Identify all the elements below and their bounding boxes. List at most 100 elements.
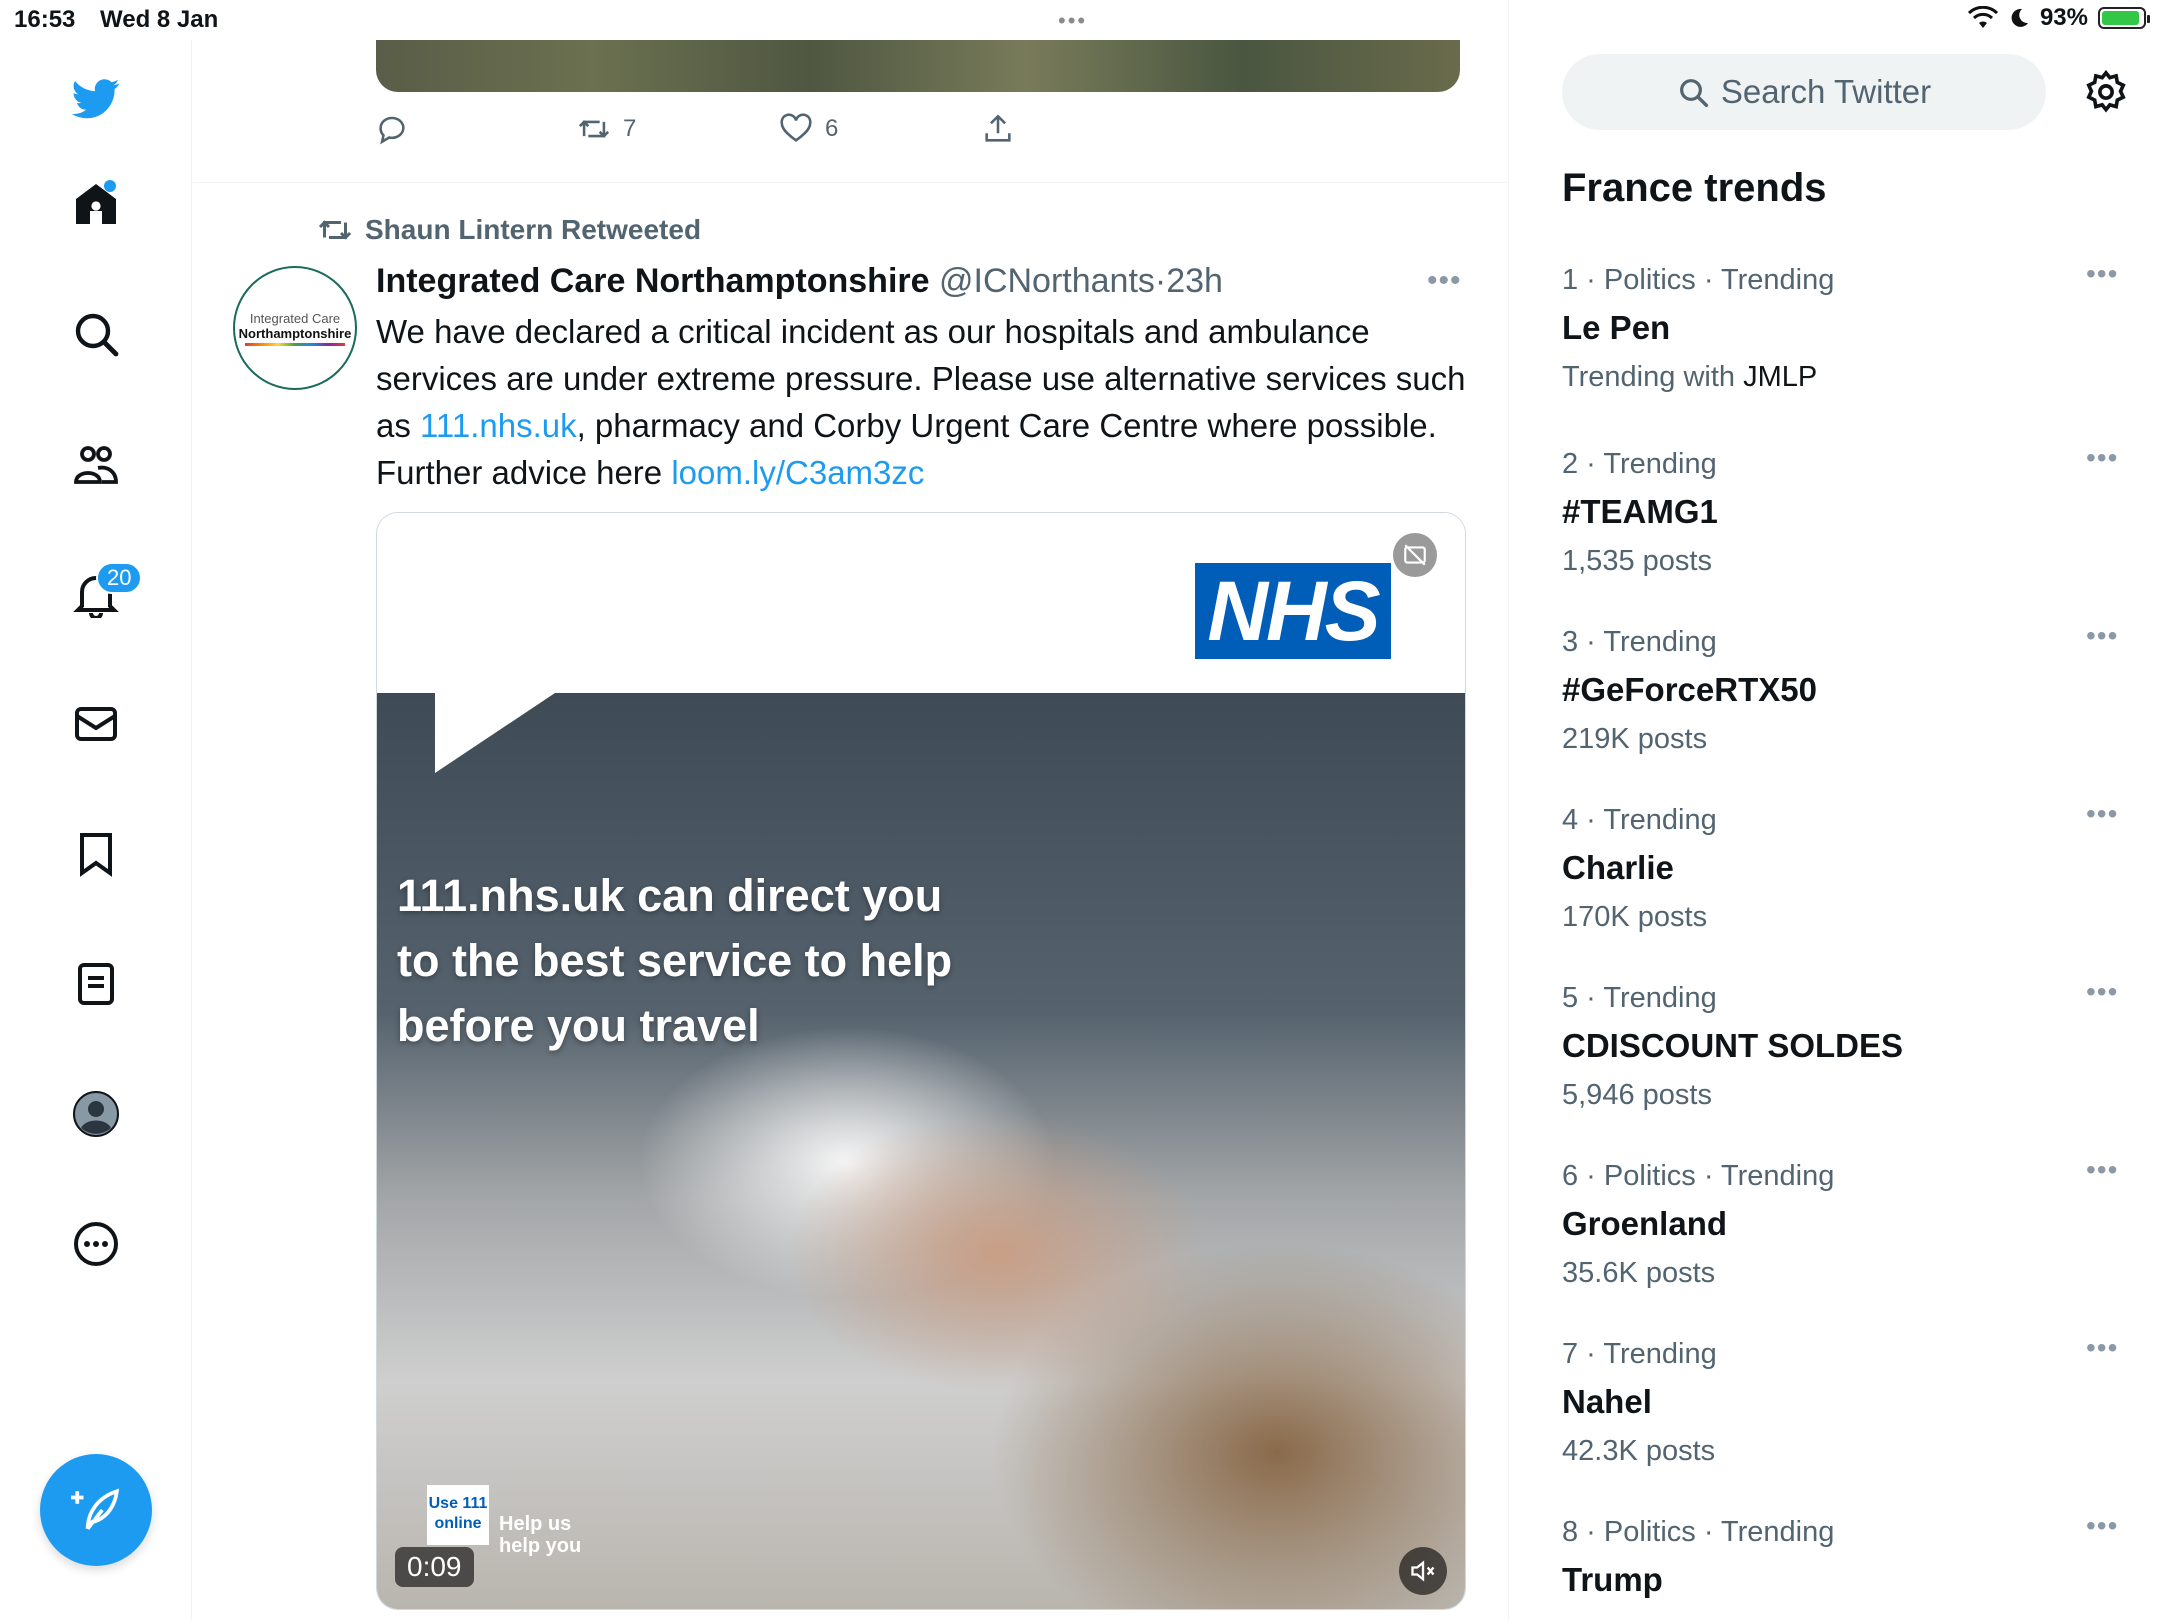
tweet-more-icon[interactable]: ••• — [1427, 264, 1462, 298]
nhs-logo: NHS — [1195, 563, 1391, 659]
video-overlay-text: 111.nhs.uk can direct you to the best se… — [397, 870, 953, 1051]
trend-name: #TEAMG1 — [1562, 493, 1718, 530]
speech-bubble-shape — [435, 693, 555, 773]
avatar-text-line1: Integrated Care — [249, 310, 341, 326]
trend-name: Nahel — [1562, 1383, 1652, 1420]
trend-more-icon[interactable]: ••• — [2086, 1510, 2118, 1542]
trend-item[interactable]: 5 · Trending CDISCOUNT SOLDES 5,946 post… — [1562, 976, 2122, 1112]
trend-more-icon[interactable]: ••• — [2086, 798, 2118, 830]
trend-more-icon[interactable]: ••• — [2086, 976, 2118, 1008]
video-duration: 0:09 — [395, 1547, 474, 1587]
trend-item[interactable]: 2 · Trending #TEAMG1 1,535 posts ••• — [1562, 442, 2122, 578]
use111-badge: Use 111 online — [427, 1485, 489, 1545]
home-icon[interactable] — [66, 174, 126, 234]
sidebar: 20 — [0, 40, 192, 1620]
notifications-bell-icon[interactable]: 20 — [66, 562, 143, 624]
tweet-text: We have declared a critical incident as … — [376, 308, 1466, 496]
share-icon — [985, 114, 1011, 142]
timeline: 7 6 Shaun Lintern Retweeted Integrated C… — [193, 0, 1509, 1620]
more-options-icon[interactable] — [66, 1214, 126, 1274]
retweeted-by[interactable]: Shaun Lintern Retweeted — [317, 212, 701, 248]
communities-icon[interactable] — [66, 434, 126, 494]
tweet-link-loomly[interactable]: loom.ly/C3am3zc — [671, 454, 924, 491]
trend-meta: 8 · Politics · Trending — [1562, 1516, 1835, 1548]
trend-name: Trump — [1562, 1561, 1663, 1598]
trend-meta: 4 · Trending — [1562, 804, 1717, 836]
video-frame-photo — [377, 693, 1465, 1609]
compose-tweet-button[interactable] — [40, 1454, 152, 1566]
previous-tweet-image[interactable] — [376, 40, 1460, 92]
trend-sub: 42.3K posts — [1562, 1435, 1716, 1467]
previous-tweet-actions: 7 6 — [375, 112, 1183, 146]
mute-button[interactable] — [1399, 1547, 1447, 1595]
twitter-logo-icon[interactable] — [66, 68, 126, 128]
right-sidebar: Search Twitter France trends 1 · Politic… — [1510, 0, 2160, 1620]
trend-item[interactable]: 4 · Trending Charlie 170K posts ••• — [1562, 798, 2122, 934]
avatar-text-line2: Northamptonshire — [238, 325, 352, 341]
retweet-icon — [578, 120, 610, 138]
share-button[interactable] — [981, 112, 1183, 146]
settings-gear-icon[interactable] — [2078, 64, 2134, 120]
trend-sub: Trending with JMLP — [1562, 361, 2122, 394]
explore-search-icon[interactable] — [66, 304, 126, 364]
trend-sub: 170K posts — [1562, 901, 1708, 933]
tweet-video[interactable]: NHS 111.nhs.uk can direct you to the bes… — [376, 512, 1466, 1610]
trend-more-icon[interactable]: ••• — [2086, 1154, 2118, 1186]
tweet-time[interactable]: 23h — [1166, 262, 1223, 300]
profile-avatar-icon[interactable] — [66, 1084, 126, 1144]
heart-icon — [780, 113, 812, 142]
trend-meta: 2 · Trending — [1562, 448, 1717, 480]
trend-sub-strong[interactable]: JMLP — [1743, 361, 1817, 393]
trend-item[interactable]: 8 · Politics · Trending Trump ••• — [1562, 1510, 2122, 1599]
help-line1: Help us — [499, 1513, 572, 1535]
trend-more-icon[interactable]: ••• — [2086, 620, 2118, 652]
status-time: 16:53 — [14, 6, 76, 33]
author-handle[interactable]: @ICNorthants — [939, 262, 1155, 300]
trend-meta: 6 · Politics · Trending — [1562, 1160, 1835, 1192]
use111-line2: online — [434, 1515, 482, 1532]
tweet-link-111[interactable]: 111.nhs.uk — [420, 407, 577, 444]
trend-meta: 7 · Trending — [1562, 1338, 1717, 1370]
avatar-color-bar — [245, 342, 345, 346]
trend-item[interactable]: 3 · Trending #GeForceRTX50 219K posts ••… — [1562, 620, 2122, 756]
like-count: 6 — [825, 115, 839, 142]
messages-envelope-icon[interactable] — [66, 694, 126, 754]
like-button[interactable]: 6 — [779, 112, 981, 146]
retweet-count: 7 — [623, 115, 637, 142]
compose-feather-icon — [71, 1488, 120, 1530]
home-unread-dot — [104, 180, 116, 192]
author-name[interactable]: Integrated Care Northamptonshire — [376, 262, 930, 300]
search-placeholder: Search Twitter — [1720, 73, 1932, 110]
trend-sub: 1,535 posts — [1562, 545, 1712, 577]
trend-sub-prefix: Trending with — [1562, 361, 1744, 393]
trend-sub: 35.6K posts — [1562, 1257, 1716, 1289]
trend-meta: 5 · Trending — [1562, 982, 1717, 1014]
trend-meta: 1 · Politics · Trending — [1562, 264, 1835, 296]
trend-item[interactable]: 6 · Politics · Trending Groenland 35.6K … — [1562, 1154, 2122, 1290]
trend-name: Groenland — [1562, 1205, 1728, 1242]
trend-name: CDISCOUNT SOLDES — [1562, 1027, 1904, 1064]
help-us-caption: Help us help you — [499, 1513, 581, 1557]
trend-name: Charlie — [1562, 849, 1674, 886]
reply-icon — [379, 116, 405, 145]
trend-meta: 3 · Trending — [1562, 626, 1717, 658]
author-avatar[interactable]: Integrated Care Northamptonshire — [233, 266, 357, 390]
trend-sub: 219K posts — [1562, 723, 1708, 755]
use111-line1: Use 111 — [428, 1495, 488, 1512]
trend-name: Le Pen — [1562, 309, 1671, 346]
trend-item[interactable]: 1 · Politics · Trending Le Pen Trending … — [1562, 258, 2122, 394]
reply-button[interactable] — [375, 112, 577, 146]
trend-item[interactable]: 7 · Trending Nahel 42.3K posts ••• — [1562, 1332, 2122, 1468]
trend-more-icon[interactable]: ••• — [2086, 258, 2118, 290]
search-icon — [1679, 79, 1708, 108]
help-line2: help you — [499, 1535, 582, 1557]
retweeted-by-label: Shaun Lintern Retweeted — [365, 214, 702, 245]
search-twitter-input[interactable]: Search Twitter — [1562, 54, 2046, 130]
speaker-muted-icon — [1411, 1560, 1435, 1582]
trend-more-icon[interactable]: ••• — [2086, 1332, 2118, 1364]
bookmarks-icon[interactable] — [66, 824, 126, 884]
lists-icon[interactable] — [66, 954, 126, 1014]
trend-more-icon[interactable]: ••• — [2086, 442, 2118, 474]
retweet-button[interactable]: 7 — [577, 112, 779, 146]
sensitive-media-icon[interactable] — [1393, 533, 1437, 577]
